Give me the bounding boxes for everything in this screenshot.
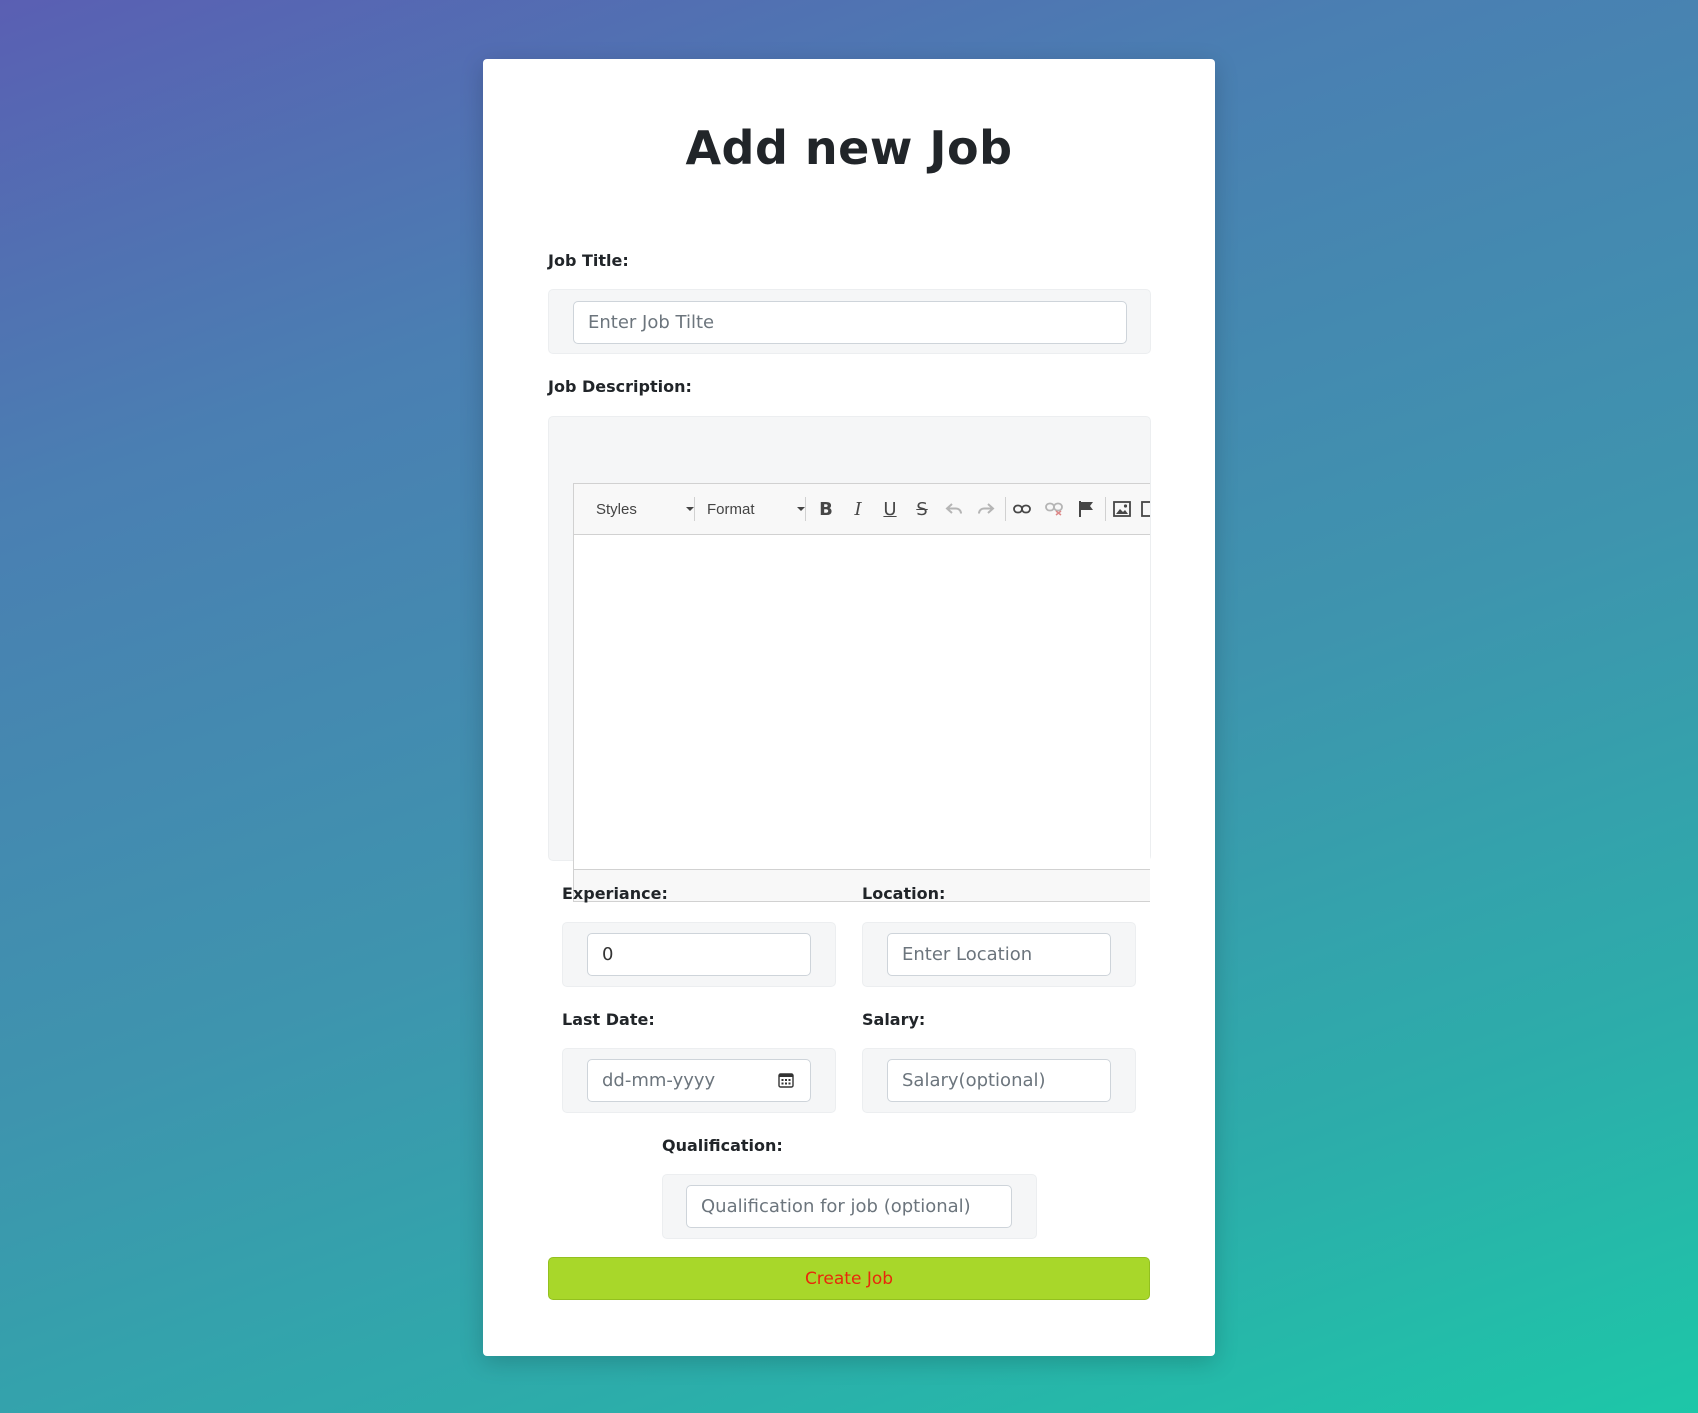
location-label: Location: bbox=[862, 884, 946, 903]
experience-value: 0 bbox=[602, 944, 614, 965]
job-title-well: Enter Job Tilte bbox=[548, 289, 1151, 354]
toolbar-separator bbox=[805, 497, 806, 521]
bold-icon[interactable]: B bbox=[813, 496, 839, 522]
location-input[interactable]: Enter Location bbox=[887, 933, 1111, 976]
last-date-label: Last Date: bbox=[562, 1010, 655, 1029]
experience-label: Experiance: bbox=[562, 884, 668, 903]
qualification-label: Qualification: bbox=[662, 1136, 783, 1155]
chevron-down-icon bbox=[686, 507, 694, 511]
format-dropdown[interactable]: Format bbox=[707, 496, 805, 522]
editor-toolbar: Styles Format B I U S bbox=[574, 484, 1150, 535]
qualification-input[interactable]: Qualification for job (optional) bbox=[686, 1185, 1012, 1228]
calendar-icon[interactable] bbox=[778, 1072, 794, 1088]
underline-icon[interactable]: U bbox=[877, 496, 903, 522]
toolbar-separator bbox=[1005, 497, 1006, 521]
table-icon[interactable] bbox=[1141, 496, 1150, 522]
italic-icon[interactable]: I bbox=[845, 496, 871, 522]
redo-icon[interactable] bbox=[973, 496, 999, 522]
job-description-label: Job Description: bbox=[548, 377, 692, 396]
link-icon[interactable] bbox=[1009, 496, 1035, 522]
salary-input[interactable]: Salary(optional) bbox=[887, 1059, 1111, 1102]
format-dropdown-label: Format bbox=[707, 500, 755, 518]
experience-well: 0 bbox=[562, 922, 836, 987]
anchor-flag-icon[interactable] bbox=[1073, 496, 1099, 522]
qualification-placeholder: Qualification for job (optional) bbox=[701, 1196, 971, 1217]
last-date-well: dd-mm-yyyy bbox=[562, 1048, 836, 1113]
job-title-input[interactable]: Enter Job Tilte bbox=[573, 301, 1127, 344]
last-date-input[interactable]: dd-mm-yyyy bbox=[587, 1059, 811, 1102]
salary-label: Salary: bbox=[862, 1010, 926, 1029]
rich-text-editor: Styles Format B I U S bbox=[573, 483, 1150, 902]
strikethrough-icon[interactable]: S bbox=[909, 496, 935, 522]
last-date-placeholder: dd-mm-yyyy bbox=[602, 1070, 716, 1091]
experience-input[interactable]: 0 bbox=[587, 933, 811, 976]
toolbar-separator bbox=[1105, 497, 1106, 521]
styles-dropdown[interactable]: Styles bbox=[596, 496, 694, 522]
qualification-well: Qualification for job (optional) bbox=[662, 1174, 1037, 1239]
styles-dropdown-label: Styles bbox=[596, 500, 637, 518]
salary-well: Salary(optional) bbox=[862, 1048, 1136, 1113]
editor-content-area[interactable] bbox=[574, 535, 1150, 869]
job-title-label: Job Title: bbox=[548, 251, 629, 270]
create-job-button[interactable]: Create Job bbox=[548, 1257, 1150, 1300]
page-title: Add new Job bbox=[685, 121, 1013, 175]
image-icon[interactable] bbox=[1109, 496, 1135, 522]
chevron-down-icon bbox=[797, 507, 805, 511]
toolbar-separator bbox=[694, 497, 695, 521]
salary-placeholder: Salary(optional) bbox=[902, 1070, 1046, 1091]
job-form-card: Add new Job Job Title: Enter Job Tilte J… bbox=[483, 59, 1215, 1356]
job-title-placeholder: Enter Job Tilte bbox=[588, 312, 715, 333]
location-well: Enter Location bbox=[862, 922, 1136, 987]
undo-icon[interactable] bbox=[941, 496, 967, 522]
location-placeholder: Enter Location bbox=[902, 944, 1033, 965]
unlink-icon[interactable] bbox=[1041, 496, 1067, 522]
